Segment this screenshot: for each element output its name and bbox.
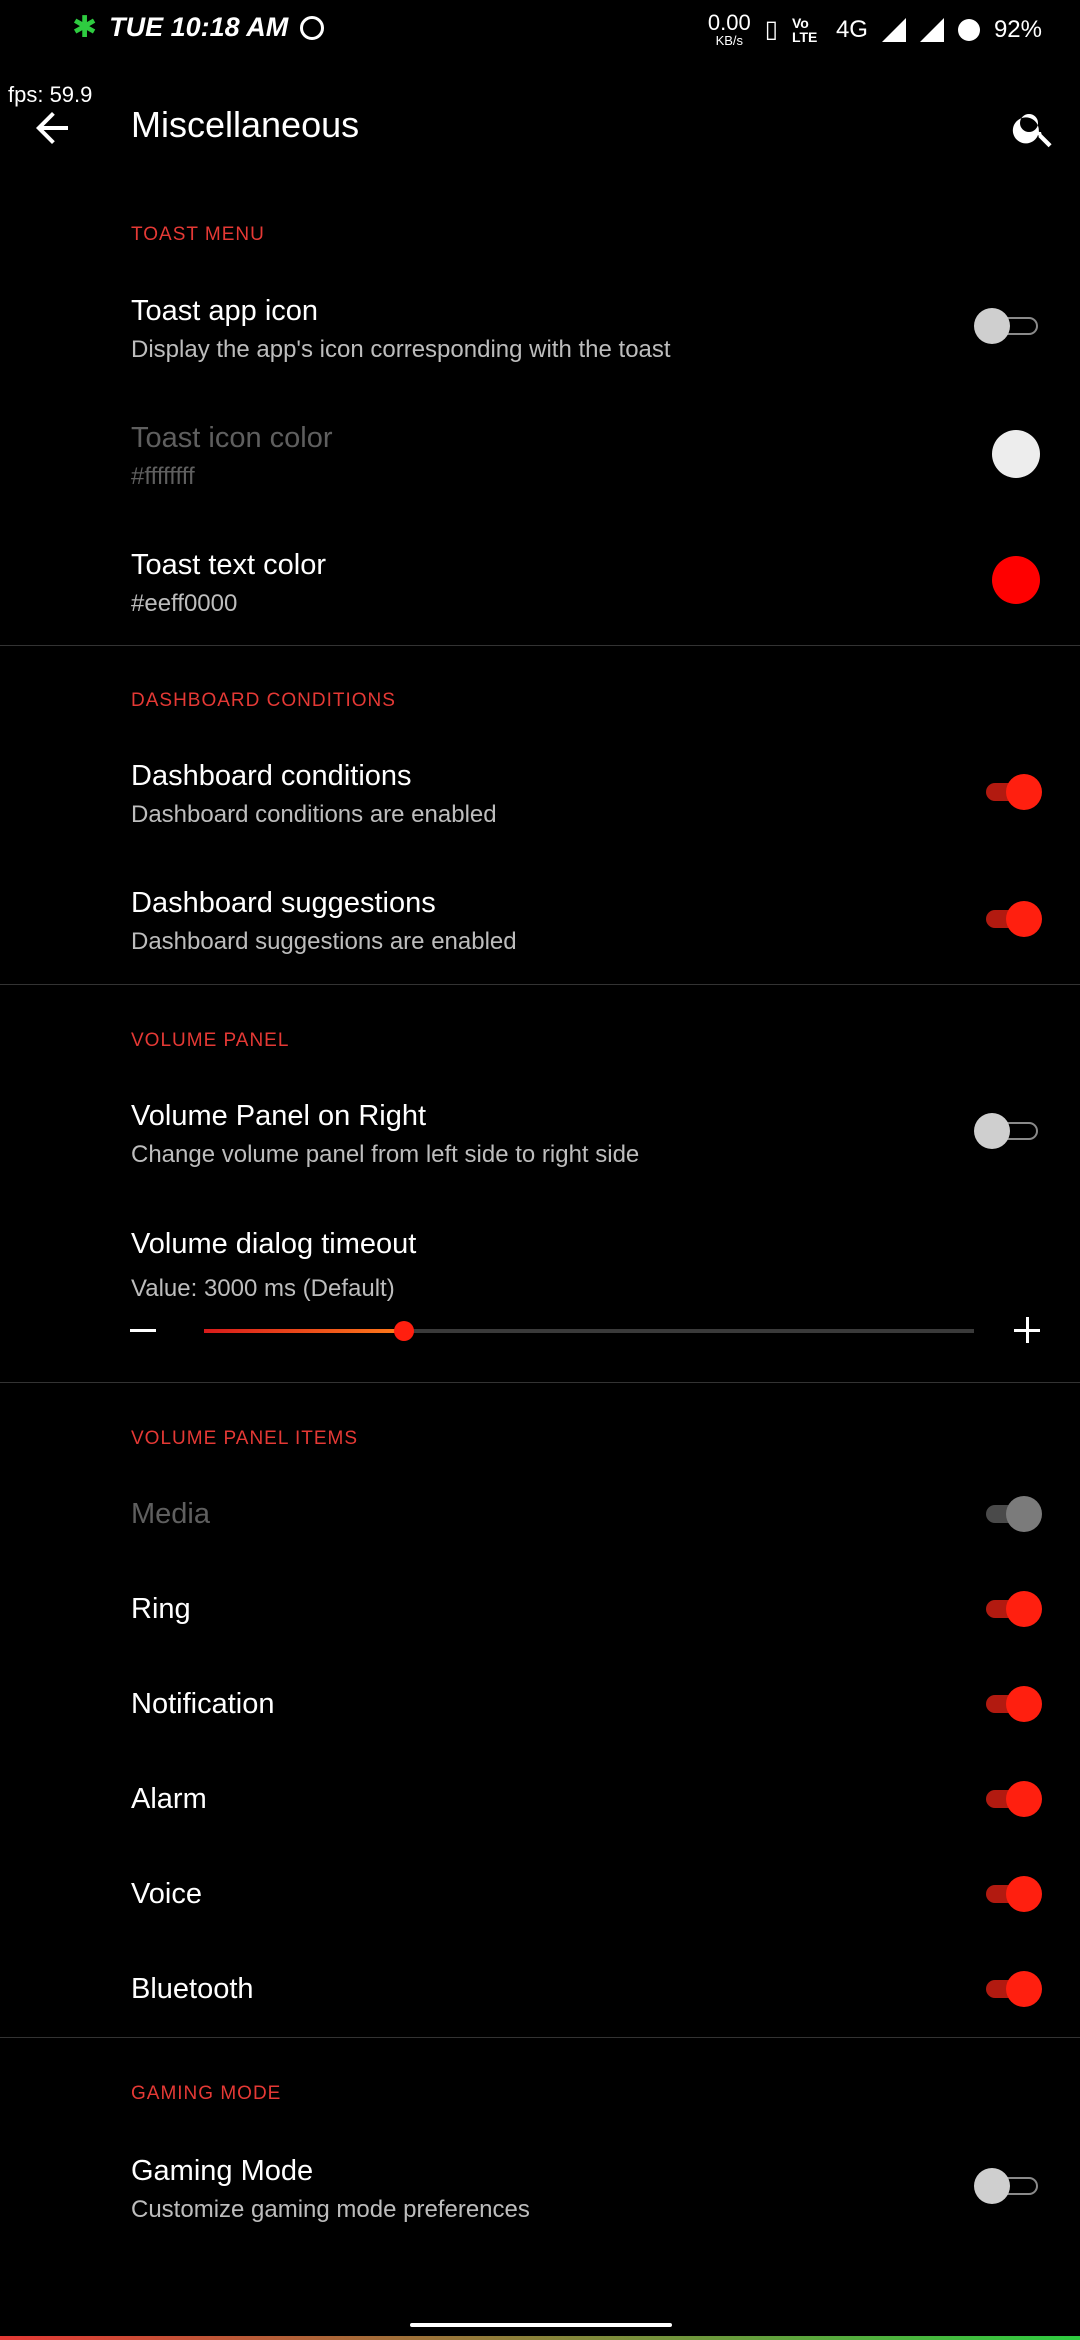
section-header-volume-items: VOLUME PANEL ITEMS [131,1428,359,1449]
pref-gaming-mode[interactable]: Gaming Mode Customize gaming mode prefer… [131,2155,951,2224]
pref-title: Dashboard conditions [131,760,412,792]
pref-volume-dialog-timeout: Volume dialog timeout Value: 3000 ms (De… [131,1228,951,1303]
volume-item-ring[interactable]: Ring [131,1593,951,1626]
item-label: Ring [131,1593,191,1625]
signal-icon [881,17,906,42]
volume-item-voice[interactable]: Voice [131,1878,951,1911]
dashboard-conditions-switch[interactable] [982,774,1042,810]
item-label: Media [131,1498,210,1530]
volume-timeout-slider-row [0,1311,1080,1351]
pref-dashboard-conditions[interactable]: Dashboard conditions Dashboard condition… [131,760,951,829]
network-speed: 0.00 KB/s [707,10,751,48]
network-type: 4G [835,15,868,43]
whatsapp-icon [300,15,325,40]
pref-summary: Dashboard conditions are enabled [131,801,497,828]
pref-title: Volume dialog timeout [131,1228,417,1260]
volte-icon: Vo LTE [791,14,818,45]
volume-item-notification[interactable]: Notification [131,1688,951,1721]
section-header-toast: TOAST MENU [131,224,265,245]
vibrate-icon: ▯ [764,16,778,43]
volume-item-media: Media [131,1498,951,1531]
status-right: 0.00 KB/s ▯ Vo LTE 4G 92% [707,10,1042,48]
pref-summary: #eeff0000 [131,590,238,617]
bluetooth-switch[interactable] [982,1971,1042,2007]
notification-switch[interactable] [982,1686,1042,1722]
pref-title: Gaming Mode [131,2155,314,2187]
page-title: Miscellaneous [131,104,360,145]
item-label: Voice [131,1878,202,1910]
item-label: Alarm [131,1783,207,1815]
bottom-edge-line [0,2336,1080,2340]
divider [0,2037,1080,2038]
pref-summary: Value: 3000 ms (Default) [131,1275,395,1302]
battery-icon [957,18,980,41]
voice-switch[interactable] [982,1876,1042,1912]
pref-title: Toast text color [131,549,327,581]
pref-volume-panel-right[interactable]: Volume Panel on Right Change volume pane… [131,1100,951,1169]
item-label: Bluetooth [131,1973,254,2005]
back-arrow-icon[interactable] [28,104,76,152]
status-time: TUE 10:18 AM [109,12,289,42]
gaming-mode-switch[interactable] [974,2168,1042,2204]
signal-2-icon [919,17,944,42]
pref-toast-icon-color: Toast icon color #ffffffff [131,422,951,491]
toast-text-color-swatch[interactable] [992,556,1040,604]
media-switch [982,1496,1042,1532]
network-speed-value: 0.00 [707,10,751,35]
pref-toast-app-icon[interactable]: Toast app icon Display the app's icon co… [131,295,951,364]
item-label: Notification [131,1688,275,1720]
divider [0,645,1080,646]
alarm-switch[interactable] [982,1781,1042,1817]
status-bar: ✱ TUE 10:18 AM 0.00 KB/s ▯ Vo LTE 4G 92% [0,0,1080,58]
pref-toast-text-color[interactable]: Toast text color #eeff0000 [131,549,951,618]
plus-icon[interactable] [1014,1317,1040,1343]
divider [0,1382,1080,1383]
toast-app-icon-switch[interactable] [974,308,1042,344]
volume-item-alarm[interactable]: Alarm [131,1783,951,1816]
pref-title: Toast icon color [131,422,333,454]
volume-timeout-slider[interactable] [204,1321,974,1341]
pref-summary: Dashboard suggestions are enabled [131,928,517,955]
pref-dashboard-suggestions[interactable]: Dashboard suggestions Dashboard suggesti… [131,887,951,956]
volume-panel-right-switch[interactable] [974,1113,1042,1149]
pref-summary: #ffffffff [131,463,195,490]
section-header-volume: VOLUME PANEL [131,1030,290,1051]
minus-icon[interactable] [130,1329,156,1332]
pref-summary: Change volume panel from left side to ri… [131,1141,640,1168]
pref-title: Toast app icon [131,295,319,327]
ring-switch[interactable] [982,1591,1042,1627]
pref-title: Volume Panel on Right [131,1100,427,1132]
battery-level: 92% [993,15,1042,43]
slider-fill [204,1329,405,1333]
section-header-dashboard: DASHBOARD CONDITIONS [131,690,396,711]
volume-item-bluetooth[interactable]: Bluetooth [131,1973,951,2006]
search-icon[interactable] [1010,104,1058,152]
network-speed-unit: KB/s [715,33,744,48]
slider-thumb[interactable] [394,1321,415,1341]
status-left: ✱ TUE 10:18 AM [72,10,325,45]
pref-summary: Customize gaming mode preferences [131,2196,530,2223]
divider [0,984,1080,985]
section-header-gaming: GAMING MODE [131,2083,282,2104]
pref-title: Dashboard suggestions [131,887,436,919]
gesture-nav-bar[interactable] [410,2323,672,2327]
pref-summary: Display the app's icon corresponding wit… [131,336,671,363]
leaf-icon: ✱ [72,11,98,44]
toast-icon-color-swatch [992,430,1040,478]
dashboard-suggestions-switch[interactable] [982,901,1042,937]
app-bar: Miscellaneous [0,92,1080,164]
